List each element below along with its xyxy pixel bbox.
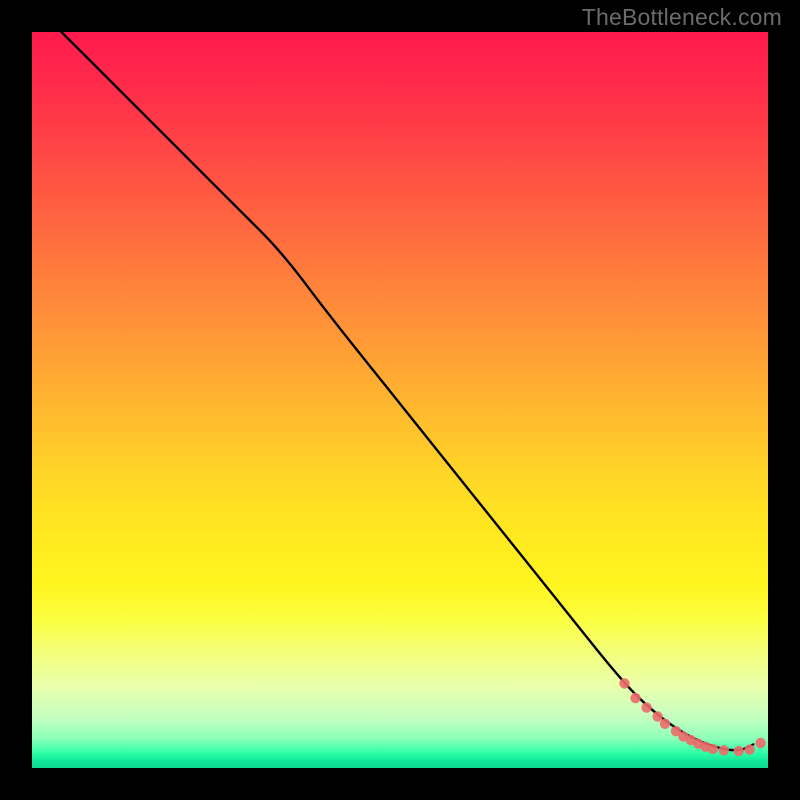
marker-dot — [708, 744, 718, 754]
marker-dot — [660, 719, 670, 729]
chart-frame: TheBottleneck.com — [0, 0, 800, 800]
main-curve — [61, 32, 753, 750]
marker-dot — [719, 745, 729, 755]
marker-dot — [652, 711, 662, 721]
watermark-text: TheBottleneck.com — [582, 4, 782, 31]
marker-dot — [733, 746, 743, 756]
marker-dot — [619, 678, 629, 688]
marker-dot — [744, 744, 754, 754]
marker-dot — [755, 738, 765, 748]
marker-dot — [641, 702, 651, 712]
marker-dots — [619, 678, 766, 756]
plot-overlay — [32, 32, 768, 768]
marker-dot — [630, 693, 640, 703]
